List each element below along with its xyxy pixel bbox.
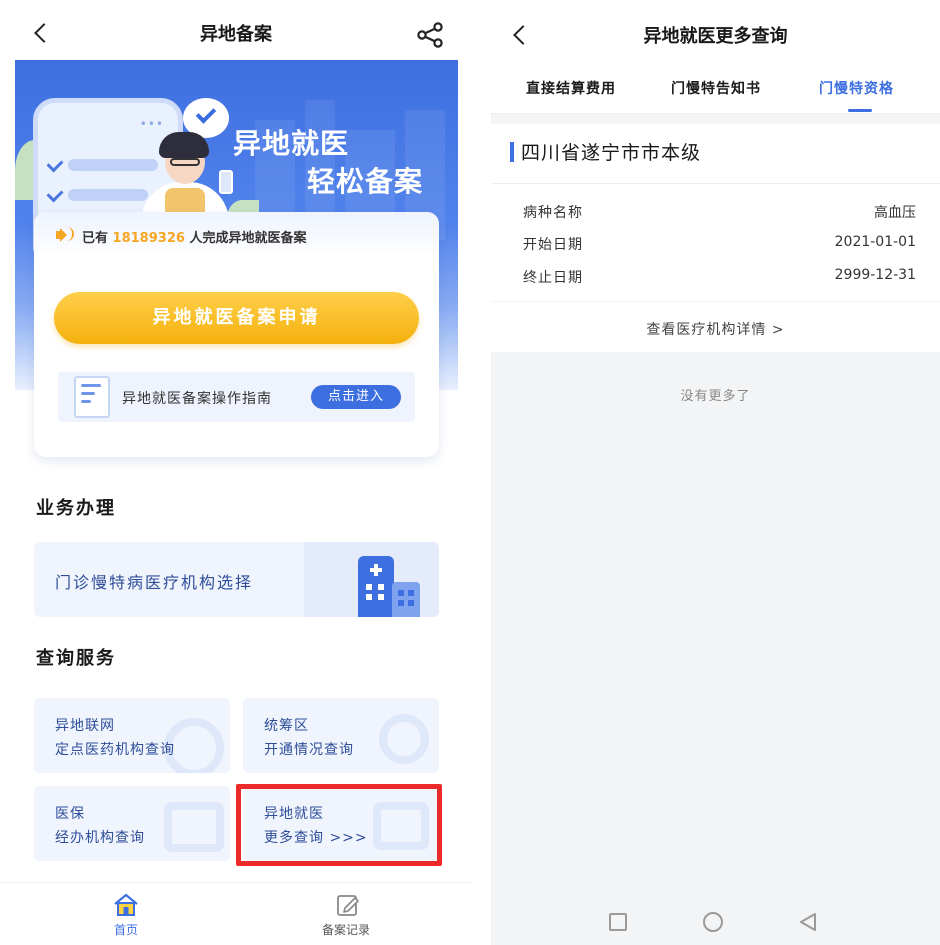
- field-label: 终止日期: [523, 270, 583, 286]
- region-name: 四川省遂宁市市本级: [521, 142, 702, 164]
- query-card-line1: 异地联网: [55, 718, 115, 734]
- hospital-icon: [358, 556, 394, 617]
- check-mark: [195, 103, 217, 124]
- edit-record-icon: [337, 895, 359, 916]
- field-value: 高血压: [874, 205, 916, 221]
- tab-home[interactable]: 首页: [26, 883, 226, 945]
- location-watermark-icon: [379, 714, 429, 764]
- check-icon: [46, 155, 64, 173]
- field-value: 2021-01-01: [834, 234, 916, 250]
- notice-prefix: 已有: [82, 231, 109, 246]
- nav-back-icon[interactable]: [797, 911, 819, 933]
- field-label: 病种名称: [523, 205, 583, 221]
- left-header: 异地备案: [0, 0, 472, 62]
- hospital-window: [408, 600, 414, 606]
- document-icon: [74, 376, 110, 418]
- right-header: 异地就医更多查询: [491, 0, 940, 62]
- hospital-cross: [370, 568, 382, 572]
- page-title: 异地就医更多查询: [643, 26, 788, 47]
- query-card-agency[interactable]: 医保 经办机构查询: [34, 786, 230, 861]
- tab-direct-settlement[interactable]: 直接结算费用: [526, 78, 616, 98]
- list-line: [68, 159, 158, 171]
- tab-label: 备案记录: [321, 923, 370, 937]
- no-more-text: 没有更多了: [680, 389, 751, 404]
- phone-dots: •••: [139, 117, 164, 131]
- hospital-window: [366, 594, 372, 600]
- field-value: 2999-12-31: [834, 267, 916, 283]
- qualification-card: 四川省遂宁市市本级 病种名称 高血压 开始日期 2021-01-01 终止日期 …: [491, 124, 940, 301]
- list-line: [68, 189, 148, 201]
- outpatient-institution-card[interactable]: 门诊慢特病医疗机构选择: [34, 542, 439, 617]
- apply-button[interactable]: 异地就医备案申请: [54, 292, 419, 344]
- check-icon: [46, 185, 64, 203]
- query-card-network-institutions[interactable]: 异地联网 定点医药机构查询: [34, 698, 230, 773]
- speaker-icon: [56, 231, 62, 239]
- section-title-business: 业务办理: [36, 498, 116, 519]
- query-card-line1: 统筹区: [264, 718, 309, 734]
- banner-slogan-line2: 轻松备案: [307, 165, 424, 198]
- detail-row: 查看医疗机构详情 >: [491, 302, 940, 352]
- home-circle-icon[interactable]: [703, 912, 723, 932]
- person-phone: [219, 170, 233, 194]
- view-institution-details-link[interactable]: 查看医疗机构详情 >: [491, 319, 940, 339]
- accent-bar: [510, 142, 514, 162]
- left-screen: 异地备案 ••• 异地就医 轻松备案 已有 18189326 人完成异地就医备案…: [0, 0, 472, 945]
- query-tabs: 直接结算费用 门慢特告知书 门慢特资格: [491, 62, 940, 114]
- notice-bar: 已有 18189326 人完成异地就医备案: [34, 212, 439, 259]
- notice-text: 已有 18189326 人完成异地就医备案: [82, 227, 306, 246]
- tab-chronic-notice[interactable]: 门慢特告知书: [671, 78, 761, 98]
- card-header: 四川省遂宁市市本级: [491, 124, 940, 184]
- layers-watermark-icon: [164, 802, 224, 852]
- bottom-tab-bar: 首页 备案记录: [0, 882, 472, 945]
- query-card-line2: 定点医药机构查询: [55, 742, 175, 758]
- tab-label: 首页: [113, 923, 138, 937]
- guide-label: 异地就医备案操作指南: [122, 391, 272, 407]
- person-glasses: [170, 158, 200, 166]
- home-icon: [114, 893, 138, 916]
- notice-suffix: 人完成异地就医备案: [189, 231, 307, 246]
- hospital-window: [378, 594, 384, 600]
- doc-line: [81, 400, 91, 403]
- hospital-window: [378, 584, 384, 590]
- right-screen: 异地就医更多查询 直接结算费用 门慢特告知书 门慢特资格 四川省遂宁市市本级 病…: [491, 0, 940, 945]
- query-card-line2: 开通情况查询: [264, 742, 354, 758]
- hospital-window: [408, 590, 414, 596]
- hospital-window: [398, 590, 404, 596]
- person-hair: [159, 132, 209, 158]
- enter-guide-button[interactable]: 点击进入: [311, 385, 401, 409]
- query-card-line1: 医保: [55, 806, 85, 822]
- query-card-line2: 经办机构查询: [55, 830, 145, 846]
- banner-slogan-line1: 异地就医: [233, 127, 350, 160]
- active-tab-indicator: [848, 109, 872, 112]
- guide-banner[interactable]: 异地就医备案操作指南 点击进入: [58, 372, 415, 422]
- doc-line: [81, 384, 101, 387]
- apply-card: 已有 18189326 人完成异地就医备案 异地就医备案申请 异地就医备案操作指…: [34, 212, 439, 457]
- tab-records[interactable]: 备案记录: [246, 883, 446, 945]
- hospital-window: [366, 584, 372, 590]
- query-card-pooling-region[interactable]: 统筹区 开通情况查询: [243, 698, 439, 773]
- notice-count: 18189326: [112, 231, 185, 246]
- hospital-window: [398, 600, 404, 606]
- doc-line: [81, 392, 95, 395]
- field-label: 开始日期: [523, 237, 583, 253]
- sound-wave-icon: [66, 227, 74, 241]
- section-title-query: 查询服务: [36, 648, 116, 669]
- share-icon[interactable]: [416, 22, 444, 48]
- system-nav-bar: [491, 897, 940, 945]
- outpatient-card-label: 门诊慢特病医疗机构选择: [55, 573, 254, 592]
- tab-chronic-qualification[interactable]: 门慢特资格: [819, 78, 894, 98]
- hospital-annex-icon: [392, 582, 420, 617]
- page-title: 异地备案: [200, 24, 272, 45]
- recent-apps-icon[interactable]: [609, 913, 627, 931]
- highlight-box: [236, 784, 442, 866]
